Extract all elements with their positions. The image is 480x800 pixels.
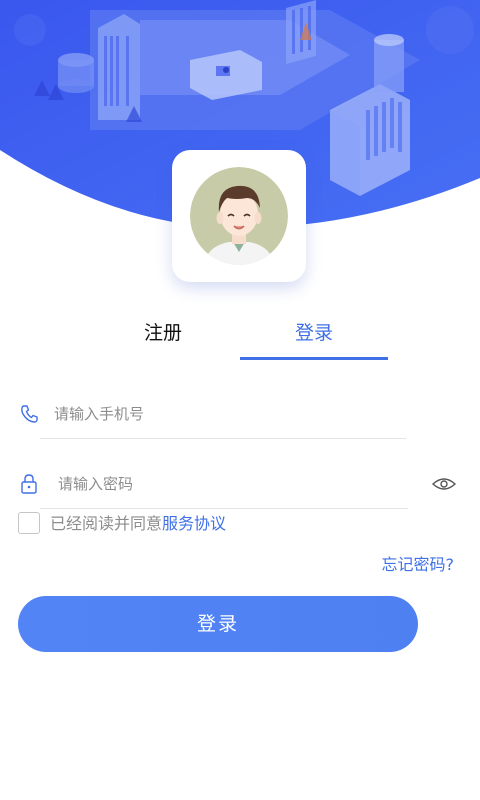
- active-tab-indicator: [240, 357, 388, 360]
- agreement-text: 已经阅读并同意服务协议: [50, 513, 226, 535]
- password-field-underline: [40, 508, 408, 509]
- phone-field-underline: [40, 438, 406, 439]
- login-button[interactable]: 登录: [18, 596, 418, 652]
- avatar-card: [172, 150, 306, 282]
- agreement-prefix: 已经阅读并同意: [50, 514, 163, 533]
- forgot-password-link[interactable]: 忘记密码?: [382, 553, 455, 577]
- tab-login[interactable]: 登录: [240, 316, 388, 350]
- service-agreement-link[interactable]: 服务协议: [162, 514, 226, 533]
- lock-icon: [21, 474, 37, 494]
- avatar: [190, 167, 288, 265]
- eye-icon[interactable]: [432, 476, 456, 492]
- phone-icon: [21, 405, 38, 423]
- password-input[interactable]: [58, 470, 418, 498]
- agreement-checkbox[interactable]: [18, 512, 40, 534]
- phone-input[interactable]: [54, 400, 394, 428]
- tab-register[interactable]: 注册: [102, 316, 224, 350]
